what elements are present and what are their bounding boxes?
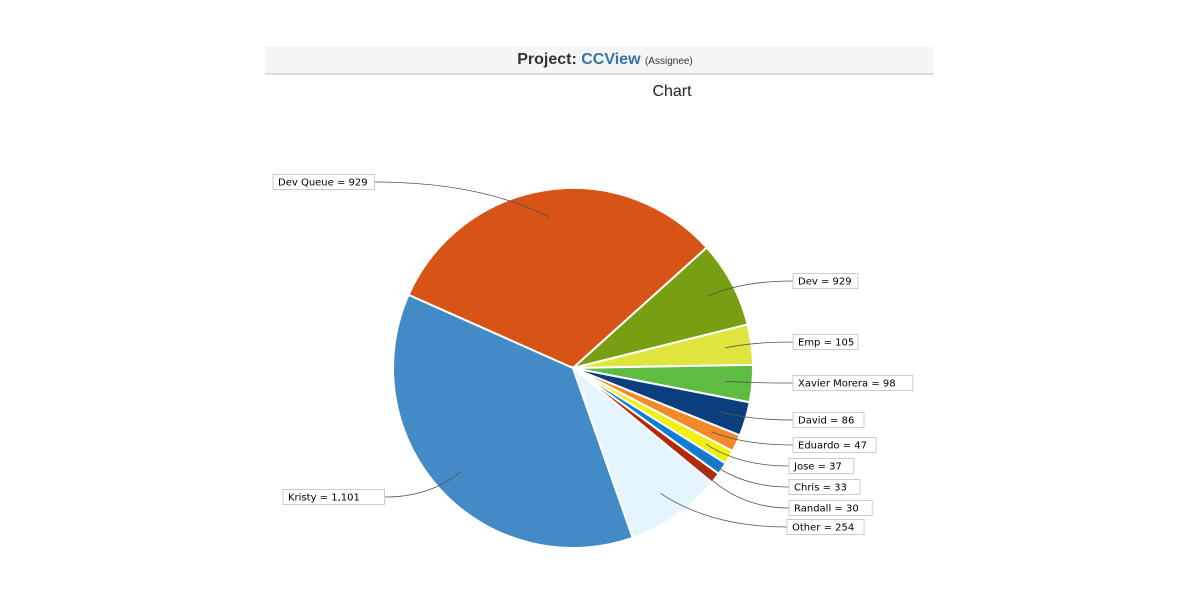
data-label-randall: Randall = 30	[794, 504, 859, 515]
data-label-other: Other = 254	[792, 523, 854, 534]
data-label-dev-queue: Dev Queue = 929	[278, 178, 368, 189]
data-label-kristy: Kristy = 1,101	[288, 493, 360, 504]
data-label-chris: Chris = 33	[794, 483, 847, 494]
data-label-xavier-morera: Xavier Morera = 98	[798, 379, 896, 390]
data-label-david: David = 86	[798, 416, 854, 427]
data-label-dev: Dev = 929	[798, 277, 852, 288]
pie-chart: Kristy = 1,101 Dev Queue = 929 Dev = 929 Em…	[272, 174, 914, 549]
data-label-eduardo: Eduardo = 47	[798, 441, 867, 452]
data-label-emp: Emp = 105	[798, 338, 854, 349]
data-label-jose: Jose = 37	[793, 462, 842, 473]
